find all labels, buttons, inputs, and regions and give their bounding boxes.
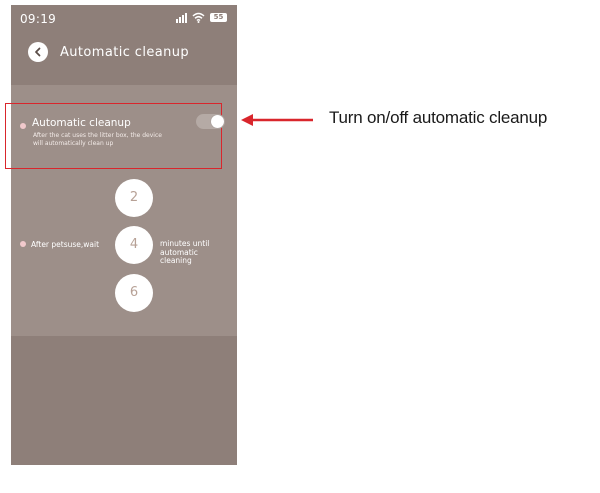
auto-cleanup-title: Automatic cleanup (32, 117, 131, 129)
status-icons: 55 (176, 12, 227, 23)
callout-arrow (241, 114, 313, 126)
signal-icon (176, 12, 187, 23)
auto-cleanup-toggle[interactable] (196, 114, 225, 129)
callout-text: Turn on/off automatic cleanup (329, 108, 548, 127)
bullet-dot (20, 123, 26, 129)
status-time: 09:19 (20, 12, 57, 26)
wait-option-4[interactable]: 4 (115, 226, 153, 264)
wait-suffix-label: minutes until automatic cleaning (160, 239, 210, 265)
auto-cleanup-description: After the cat uses the litter box, the d… (33, 132, 162, 147)
back-button[interactable] (28, 42, 48, 62)
page-title: Automatic cleanup (60, 45, 190, 60)
wait-option-6[interactable]: 6 (115, 274, 153, 312)
toggle-knob (211, 115, 224, 128)
wait-prefix-label: After petsuse,wait (31, 240, 100, 249)
status-bar: 09:19 55 (11, 5, 237, 31)
wait-option-2[interactable]: 2 (115, 179, 153, 217)
header: Automatic cleanup (11, 39, 237, 69)
chevron-left-icon (35, 47, 41, 57)
bullet-dot (20, 241, 26, 247)
battery-icon: 55 (210, 13, 227, 22)
wifi-icon (192, 12, 205, 23)
